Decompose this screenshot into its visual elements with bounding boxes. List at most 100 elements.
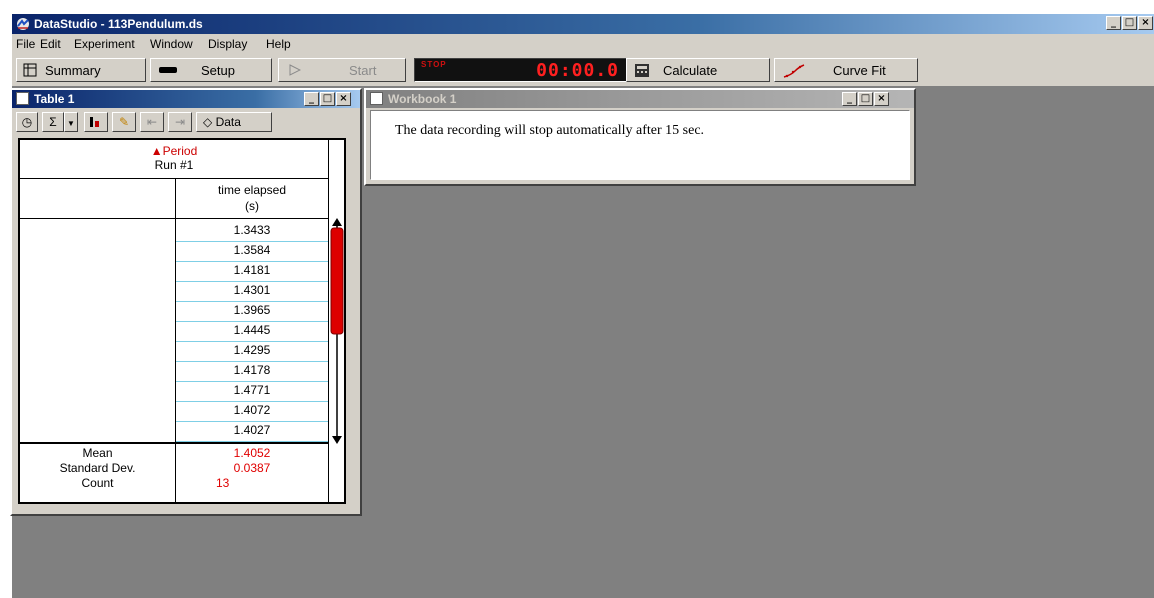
summary-button[interactable]: Summary xyxy=(16,58,146,82)
statistics-button[interactable]: Σ xyxy=(42,112,64,132)
summary-icon xyxy=(23,63,37,77)
curve-fit-label: Curve Fit xyxy=(833,63,886,78)
time-elapsed-header: time elapsed (s) xyxy=(176,182,328,214)
table-row[interactable]: 1.4178 xyxy=(176,360,328,382)
table-row[interactable]: 1.4771 xyxy=(176,380,328,402)
start-button[interactable]: Start xyxy=(278,58,406,82)
statistics-row: Mean Standard Dev. Count 1.4052 0.0387 1… xyxy=(20,442,328,504)
scroll-down-icon[interactable] xyxy=(332,436,342,444)
minimize-icon: _ xyxy=(1111,17,1116,28)
data-button[interactable]: ◇ Data xyxy=(196,112,272,132)
timer-display: STOP 00:00.0 xyxy=(414,58,628,82)
datastudio-app-icon xyxy=(17,18,29,30)
column-header-title: time elapsed xyxy=(217,183,287,197)
table-row[interactable]: 1.4445 xyxy=(176,320,328,342)
menu-display[interactable]: Display xyxy=(208,37,247,51)
table-window: Table 1 _ □ × ◷ Σ ▼ ✎ ⇤ ⇥ ◇ Data ▲Period… xyxy=(10,88,362,516)
column-header-row: time elapsed (s) xyxy=(20,178,328,219)
play-icon xyxy=(289,64,301,76)
summary-label: Summary xyxy=(45,63,101,78)
insert-left-button[interactable]: ⇤ xyxy=(140,112,164,132)
table-row[interactable]: 1.4072 xyxy=(176,400,328,422)
statistics-dropdown[interactable]: ▼ xyxy=(64,112,78,132)
main-toolbar: Summary Setup Start STOP 00:00.0 Calcula… xyxy=(12,54,1154,86)
count-label: Count xyxy=(81,476,114,490)
table-row[interactable]: 1.4181 xyxy=(176,260,328,282)
timer-options-button[interactable]: ◷ xyxy=(16,112,38,132)
workbook-message: The data recording will stop automatical… xyxy=(395,123,705,138)
table-row[interactable]: 1.4301 xyxy=(176,280,328,302)
close-button[interactable]: × xyxy=(1138,16,1153,30)
setup-button[interactable]: Setup xyxy=(150,58,272,82)
menu-file[interactable]: File xyxy=(16,37,35,51)
minimize-icon: _ xyxy=(309,93,314,104)
maximize-icon: □ xyxy=(1124,17,1135,28)
workbook-window-icon xyxy=(370,92,383,105)
insert-right-icon: ⇥ xyxy=(174,115,186,129)
main-title-bar: DataStudio - 113Pendulum.ds _ □ × xyxy=(12,14,1154,34)
mean-value: 1.4052 xyxy=(233,446,271,460)
maximize-icon: □ xyxy=(860,93,871,104)
scroll-column-border xyxy=(328,140,329,502)
workbook-maximize-button[interactable]: □ xyxy=(858,92,873,106)
table-row[interactable]: 1.4295 xyxy=(176,340,328,362)
minimize-icon: _ xyxy=(847,93,852,104)
curve-fit-icon xyxy=(783,64,805,78)
app-title: DataStudio - 113Pendulum.ds xyxy=(34,17,203,31)
data-icon: ◇ xyxy=(203,115,213,129)
red-triangle-icon: ▲ xyxy=(150,144,163,158)
close-icon: × xyxy=(1141,17,1150,28)
stop-indicator: STOP xyxy=(421,60,447,69)
menu-window[interactable]: Window xyxy=(150,37,193,51)
data-button-label: Data xyxy=(215,115,241,129)
minimize-button[interactable]: _ xyxy=(1106,16,1121,30)
setup-label: Setup xyxy=(201,63,235,78)
edit-button[interactable]: ✎ xyxy=(112,112,136,132)
std-dev-value: 0.0387 xyxy=(233,461,271,475)
table-run-header: ▲Period Run #1 xyxy=(20,140,328,179)
table-row[interactable]: 1.3965 xyxy=(176,300,328,322)
insert-right-button[interactable]: ⇥ xyxy=(168,112,192,132)
table-row[interactable]: 1.4027 xyxy=(176,420,328,442)
workbook-window: Workbook 1 _ □ × The data recording will… xyxy=(364,88,916,186)
maximize-button[interactable]: □ xyxy=(1122,16,1137,30)
mean-label: Mean xyxy=(82,446,113,460)
workbook-close-button[interactable]: × xyxy=(874,92,889,106)
calculator-icon xyxy=(635,64,649,77)
workbook-content[interactable]: The data recording will stop automatical… xyxy=(370,110,910,180)
table-maximize-button[interactable]: □ xyxy=(320,92,335,106)
table-toolbar: ◷ Σ ▼ ✎ ⇤ ⇥ ◇ Data xyxy=(14,110,358,134)
pencil-icon: ✎ xyxy=(118,115,130,129)
count-value: 13 xyxy=(216,476,230,490)
calculate-label: Calculate xyxy=(663,63,718,78)
close-icon: × xyxy=(877,93,886,104)
filter-icon xyxy=(90,117,99,127)
table-scrollbar[interactable] xyxy=(330,218,344,444)
data-table: ▲Period Run #1 time elapsed (s) 1.3433 1.… xyxy=(18,138,346,504)
menu-bar: File Edit Experiment Window Display Help xyxy=(12,34,1154,54)
measurement-header[interactable]: ▲Period xyxy=(20,144,328,158)
workbook-window-titlebar[interactable]: Workbook 1 _ □ × xyxy=(366,90,914,108)
column-header-unit: (s) xyxy=(245,199,259,213)
table-row[interactable]: 1.3433 xyxy=(176,220,328,242)
maximize-icon: □ xyxy=(322,93,333,104)
workbook-window-title: Workbook 1 xyxy=(388,92,457,106)
table-window-icon xyxy=(16,92,29,105)
setup-icon xyxy=(159,67,177,73)
workbook-minimize-button[interactable]: _ xyxy=(842,92,857,106)
calculate-button[interactable]: Calculate xyxy=(626,58,770,82)
sigma-icon: Σ xyxy=(49,115,57,129)
menu-experiment[interactable]: Experiment xyxy=(74,37,135,51)
table-minimize-button[interactable]: _ xyxy=(304,92,319,106)
clock-icon: ◷ xyxy=(21,115,33,129)
start-label: Start xyxy=(349,63,377,78)
menu-help[interactable]: Help xyxy=(266,37,291,51)
table-window-titlebar[interactable]: Table 1 _ □ × xyxy=(12,90,360,108)
timer-value: 00:00.0 xyxy=(536,60,619,81)
table-close-button[interactable]: × xyxy=(336,92,351,106)
curve-fit-button[interactable]: Curve Fit xyxy=(774,58,918,82)
scroll-thumb[interactable] xyxy=(330,227,344,335)
menu-edit[interactable]: Edit xyxy=(40,37,61,51)
data-filter-button[interactable] xyxy=(84,112,108,132)
table-row[interactable]: 1.3584 xyxy=(176,240,328,262)
